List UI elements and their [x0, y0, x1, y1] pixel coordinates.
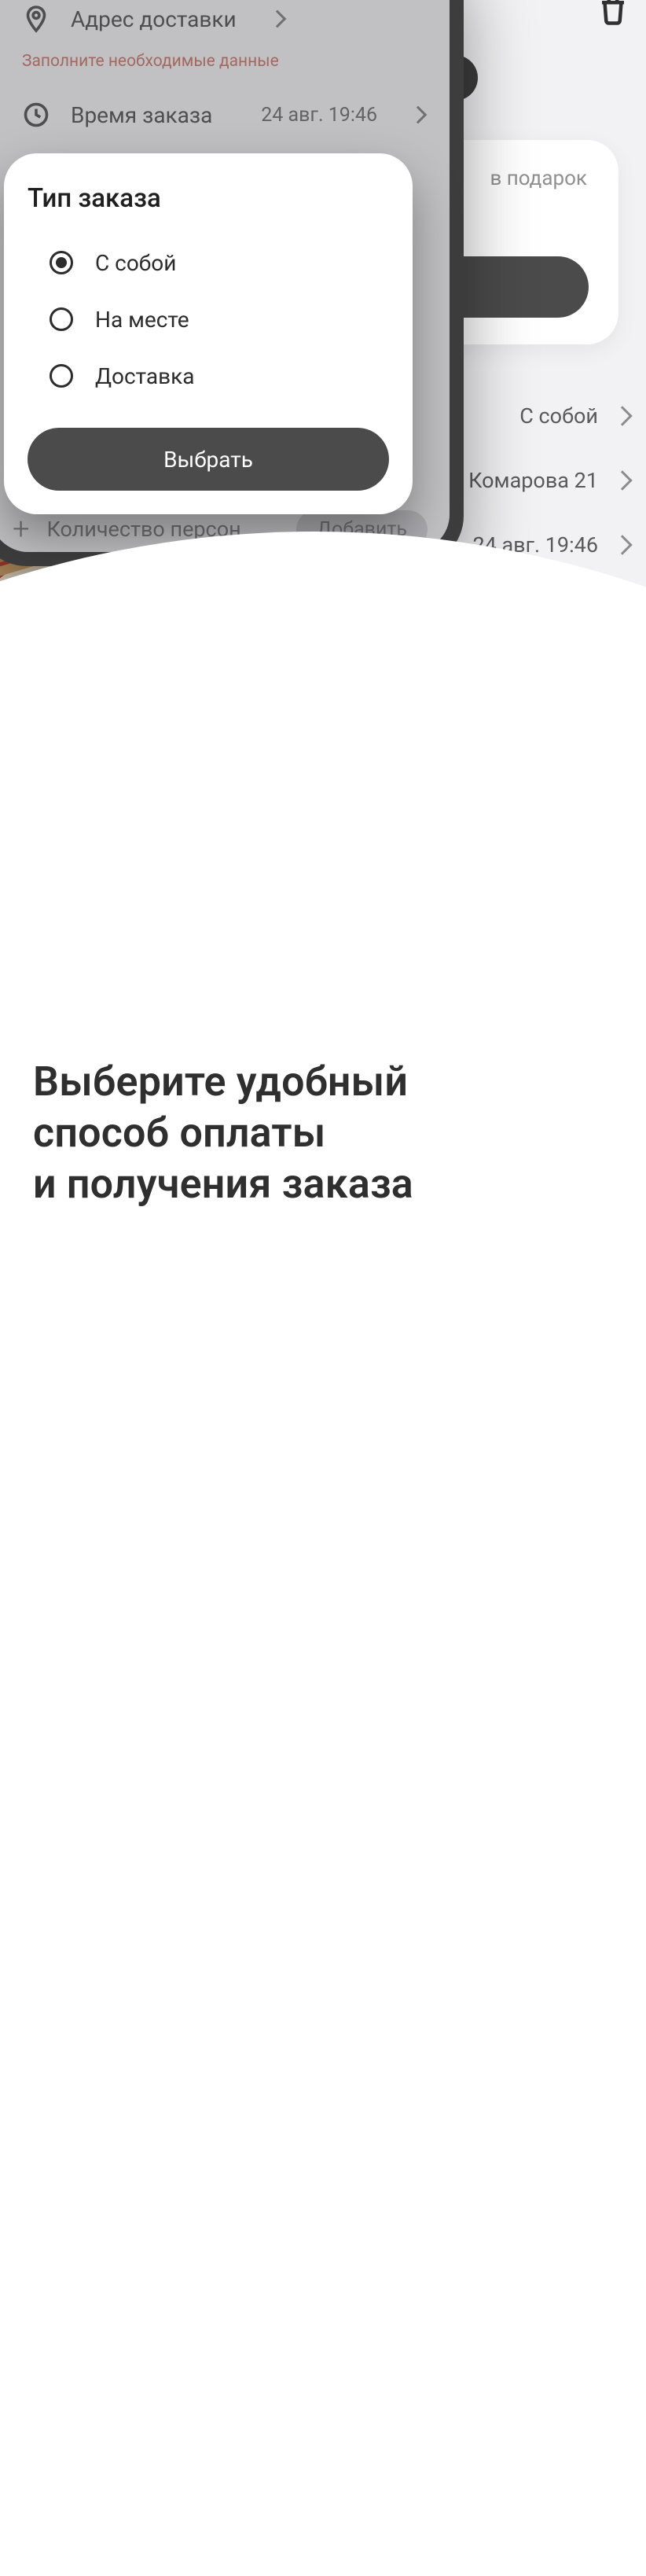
chevron-right-icon: [612, 470, 632, 490]
option-label: С собой: [95, 250, 176, 276]
chevron-right-icon: [612, 406, 632, 425]
row-value: С собой: [519, 403, 598, 429]
stage-background: 0 ₽ в подарок окод С собой Комарова 21 2…: [0, 0, 646, 1294]
radio-icon: [50, 364, 73, 388]
select-button[interactable]: Выбрать: [28, 428, 389, 491]
order-type-modal: Тип заказа С собой На месте Доставка Выб…: [4, 153, 413, 514]
row-value: Комарова 21: [468, 468, 598, 493]
option-takeaway[interactable]: С собой: [50, 234, 389, 291]
option-label: Доставка: [95, 363, 195, 389]
option-dinein[interactable]: На месте: [50, 291, 389, 348]
option-delivery[interactable]: Доставка: [50, 348, 389, 404]
modal-title: Тип заказа: [28, 183, 389, 214]
order-type-options: С собой На месте Доставка: [28, 234, 389, 404]
radio-icon: [50, 251, 73, 274]
caption-text: Выберите удобный способ оплаты и получен…: [33, 1056, 622, 1209]
option-label: На месте: [95, 307, 189, 333]
gift-text: в подарок: [490, 167, 587, 190]
caption-band: [0, 532, 646, 2576]
radio-icon: [50, 307, 73, 331]
trash-icon[interactable]: [596, 0, 629, 28]
promo-caption: Выберите удобный способ оплаты и получен…: [33, 1056, 622, 1209]
chevron-right-icon: [612, 535, 632, 554]
